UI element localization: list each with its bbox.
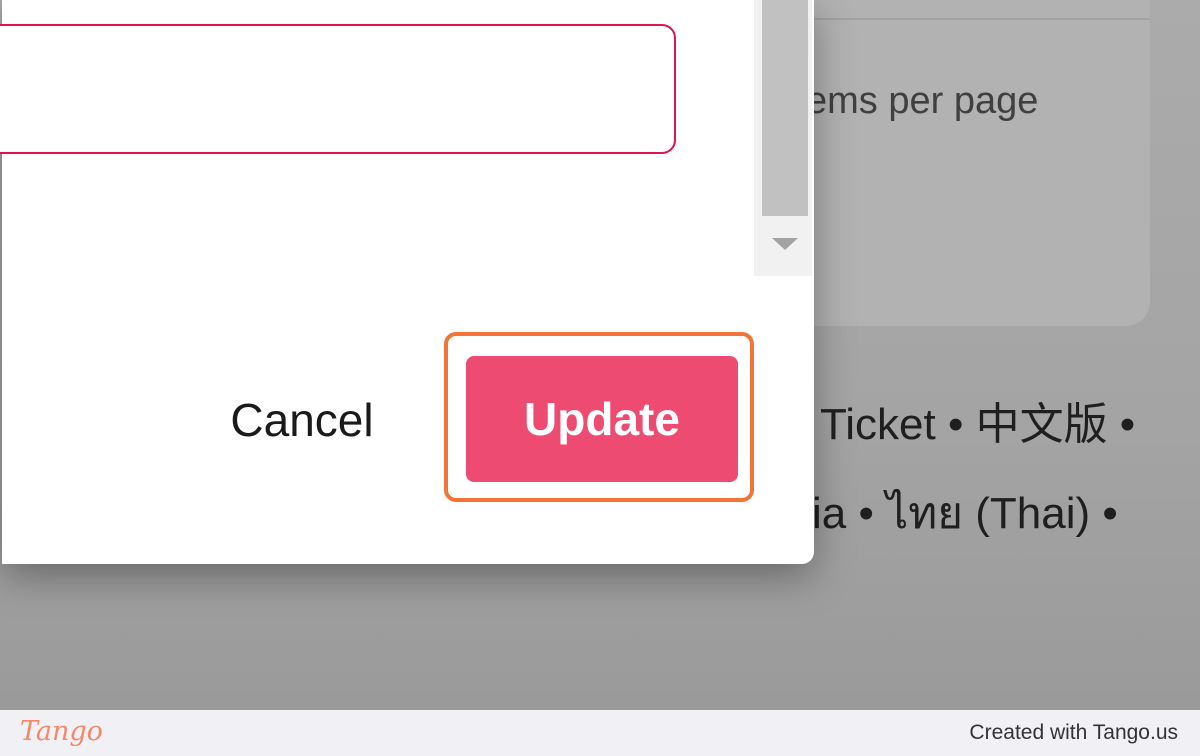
scrollbar-thumb[interactable] [762, 0, 808, 216]
language-links-line-2[interactable]: ia • ไทย (Thai) • [812, 478, 1118, 548]
language-links-line-1[interactable]: Ticket • 中文版 • [820, 388, 1135, 452]
text-input-field[interactable] [0, 24, 676, 154]
cancel-button[interactable]: Cancel [210, 380, 394, 460]
edit-dialog: Cancel Update [0, 0, 814, 564]
items-per-page-label: ems per page [806, 80, 1039, 122]
tango-watermark-bar: Tango Created with Tango.us [0, 710, 1200, 756]
app-screen: ems per page Ticket • 中文版 • ia • ไทย (Th… [0, 0, 1200, 710]
update-button[interactable]: Update [466, 356, 738, 482]
background-card-divider [812, 0, 1150, 20]
tango-credit-text: Created with Tango.us [969, 721, 1178, 744]
tango-logo: Tango [20, 716, 103, 747]
scroll-down-arrow-icon[interactable] [772, 238, 798, 250]
